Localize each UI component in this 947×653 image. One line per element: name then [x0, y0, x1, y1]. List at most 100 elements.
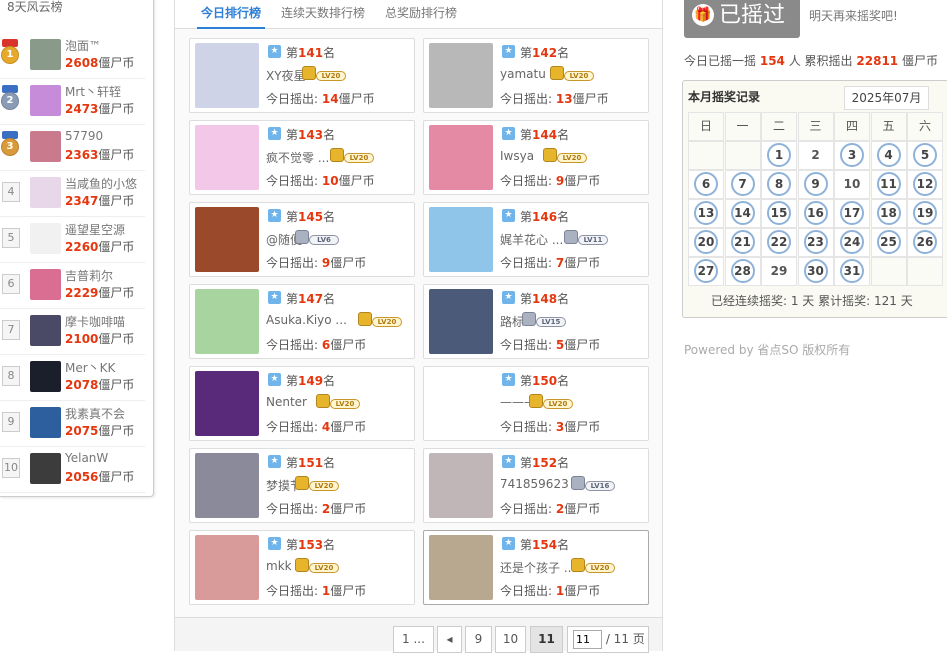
avatar[interactable]	[429, 125, 493, 190]
calendar-day: 20	[688, 228, 724, 257]
shaken-day-marker: 16	[803, 201, 828, 225]
avatar[interactable]	[30, 131, 61, 162]
shaken-day-marker: 7	[730, 172, 755, 196]
avatar[interactable]	[30, 407, 61, 438]
rank-label: 第150名	[520, 374, 570, 388]
avatar[interactable]	[195, 207, 259, 272]
avatar[interactable]	[429, 43, 493, 108]
shaken-day-marker: 17	[840, 201, 864, 225]
avatar[interactable]	[195, 289, 259, 354]
avatar[interactable]	[195, 453, 259, 518]
rank-card: ★ 第145名 @随便 LV6 今日摇出: 9僵尸币	[189, 202, 415, 277]
leader-name[interactable]: 摩卡咖啡喵	[65, 313, 125, 330]
leader-name[interactable]: 泡面™	[65, 37, 101, 54]
user-name[interactable]: 741859623	[500, 477, 569, 491]
shake-stats: 今日已摇一摇 154 人 累积摇出 22811 僵尸币	[684, 52, 938, 69]
avatar[interactable]	[429, 453, 493, 518]
star-icon: ★	[268, 537, 281, 550]
shaken-day-marker: 11	[876, 172, 901, 196]
weekday-header: 日	[688, 112, 724, 141]
avatar[interactable]	[195, 125, 259, 190]
user-name[interactable]: yamatu	[500, 67, 546, 81]
calendar-day: 4	[870, 141, 907, 170]
level-badge-icon: LV20	[543, 148, 588, 165]
avatar[interactable]	[195, 43, 259, 108]
avatar[interactable]	[195, 535, 259, 600]
weekday-header: 二	[761, 112, 797, 141]
stats-unit: 僵尸币	[901, 54, 938, 68]
avatar[interactable]	[30, 269, 61, 300]
avatar[interactable]	[30, 361, 61, 392]
leader-name[interactable]: Mrt丶轩轾	[65, 83, 121, 100]
today-amount: 今日摇出: 1僵尸币	[500, 584, 601, 598]
calendar-day: 10	[834, 170, 870, 199]
avatar[interactable]	[30, 223, 61, 254]
page-number-input[interactable]	[573, 630, 602, 649]
leader-name[interactable]: 当咸鱼的小悠	[65, 175, 137, 192]
user-name[interactable]: XY夜星	[266, 67, 306, 84]
user-name[interactable]: Iwsya	[500, 149, 534, 163]
calendar-day: 24	[834, 228, 870, 257]
avatar[interactable]	[30, 85, 61, 116]
today-amount: 今日摇出: 4僵尸币	[266, 420, 367, 434]
page-9-button[interactable]: 9	[465, 626, 492, 653]
weekday-header: 一	[724, 112, 761, 141]
avatar[interactable]	[30, 39, 61, 70]
calendar-day: 16	[797, 199, 834, 228]
page-first-button[interactable]: 1 ...	[393, 626, 434, 653]
user-name[interactable]: 娓羊花心 ...	[500, 231, 563, 248]
rank-number: 9	[2, 412, 20, 432]
rank-card: ★ 第147名 Asuka.Kiyo ... LV20 今日摇出: 6僵尸币	[189, 284, 415, 359]
rank-number: 7	[2, 320, 20, 340]
prev-page-button[interactable]: ◂	[437, 626, 462, 653]
user-name[interactable]: Asuka.Kiyo ...	[266, 313, 347, 327]
user-name[interactable]: 疯不觉零 ...	[266, 149, 329, 166]
leader-name[interactable]: 遥望星空源	[65, 221, 125, 238]
avatar[interactable]	[429, 535, 493, 600]
avatar[interactable]	[429, 207, 493, 272]
calendar-day: 3	[834, 141, 870, 170]
level-badge-icon: LV20	[295, 476, 340, 493]
avatar[interactable]	[429, 371, 493, 436]
shaken-day-marker: 31	[840, 259, 864, 283]
page-10-button[interactable]: 10	[495, 626, 526, 653]
leader-name[interactable]: 57790	[65, 129, 103, 143]
tab-streak-ranking[interactable]: 连续天数排行榜	[277, 4, 369, 29]
page-11-button[interactable]: 11	[530, 626, 563, 653]
avatar[interactable]	[30, 177, 61, 208]
star-icon: ★	[502, 455, 515, 468]
user-name[interactable]: Nenter	[266, 395, 307, 409]
leader-name[interactable]: 我素真不会	[65, 405, 125, 422]
monthly-calendar: 本月摇奖记录 2025年07月 日一二三四五六 1 2 3 4 5 6 7 8 9 10 11 12 13…	[682, 80, 947, 318]
shaken-day-marker: 21	[730, 230, 755, 254]
tab-total-reward-ranking[interactable]: 总奖励排行榜	[381, 4, 461, 29]
tab-today-ranking[interactable]: 今日排行榜	[197, 4, 266, 29]
rank-number: 8	[2, 366, 20, 386]
today-amount: 今日摇出: 2僵尸币	[266, 502, 367, 516]
avatar[interactable]	[429, 289, 493, 354]
avatar[interactable]	[30, 315, 61, 346]
shake-button[interactable]: 🎁 已摇过	[684, 0, 800, 38]
rank-card: ★ 第154名 还是个孩子 ... LV20 今日摇出: 1僵尸币	[423, 530, 649, 605]
leader-name[interactable]: 吉普莉尔	[65, 267, 113, 284]
today-amount: 今日摇出: 9僵尸币	[266, 256, 367, 270]
user-name[interactable]: mkk	[266, 559, 292, 573]
leader-name[interactable]: Mer丶KK	[65, 359, 115, 376]
calendar-day: 8	[761, 170, 797, 199]
star-icon: ★	[268, 291, 281, 304]
calendar-day: 28	[724, 257, 761, 286]
avatar[interactable]	[30, 453, 61, 484]
calendar-day: 15	[761, 199, 797, 228]
leader-name[interactable]: YelanW	[65, 451, 108, 465]
avatar[interactable]	[195, 371, 259, 436]
calendar-day: 11	[870, 170, 907, 199]
calendar-title: 本月摇奖记录	[688, 90, 761, 104]
user-name[interactable]: 路标	[500, 313, 524, 330]
calendar-day: 19	[907, 199, 943, 228]
shaken-day-marker: 20	[694, 230, 718, 254]
medal-gold-icon: 1	[1, 39, 21, 65]
shaken-day-marker: 22	[767, 230, 791, 254]
leaderboard-row: 5 遥望星空源 2260僵尸币	[0, 217, 145, 263]
rank-card: ★ 第150名 ——— LV20 今日摇出: 3僵尸币	[423, 366, 649, 441]
user-name[interactable]: 还是个孩子 ...	[500, 559, 575, 576]
